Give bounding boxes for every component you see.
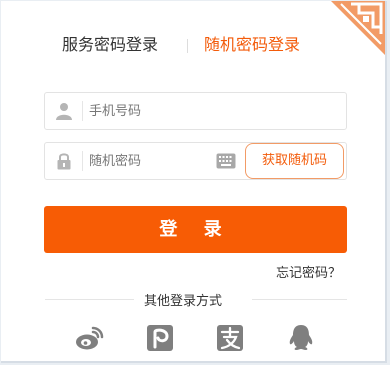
keyboard-icon[interactable] [216,153,236,169]
lock-icon [57,153,71,170]
divider-line [252,299,347,300]
tab-random-password-login[interactable]: 随机密码登录 [204,31,300,59]
user-icon [56,103,72,120]
tab-divider [187,39,188,53]
random-code-input[interactable] [89,149,209,173]
weibo-icon[interactable] [74,323,104,353]
other-login-title: 其他登录方式 [144,294,223,309]
tab-service-password-login[interactable]: 服务密码登录 [62,31,158,59]
get-random-code-button[interactable]: 获取随机码 [245,143,344,179]
qq-icon[interactable] [286,323,316,353]
alipay-icon[interactable] [215,323,245,353]
phone-field [44,92,347,130]
phone-input[interactable] [89,99,329,123]
field-separator [82,101,83,121]
random-code-field: 获取随机码 [44,142,347,180]
login-button[interactable]: 登 录 [44,206,347,253]
login-panel: 服务密码登录 随机密码登录 获取随机码 登 录 忘记密码？ [1,1,387,363]
forgot-password-link[interactable]: 忘记密码？ [276,262,341,281]
divider-line [45,299,134,300]
login-tabs: 服务密码登录 随机密码登录 [1,31,385,59]
pay-icon[interactable] [145,323,175,353]
field-separator [82,151,83,171]
